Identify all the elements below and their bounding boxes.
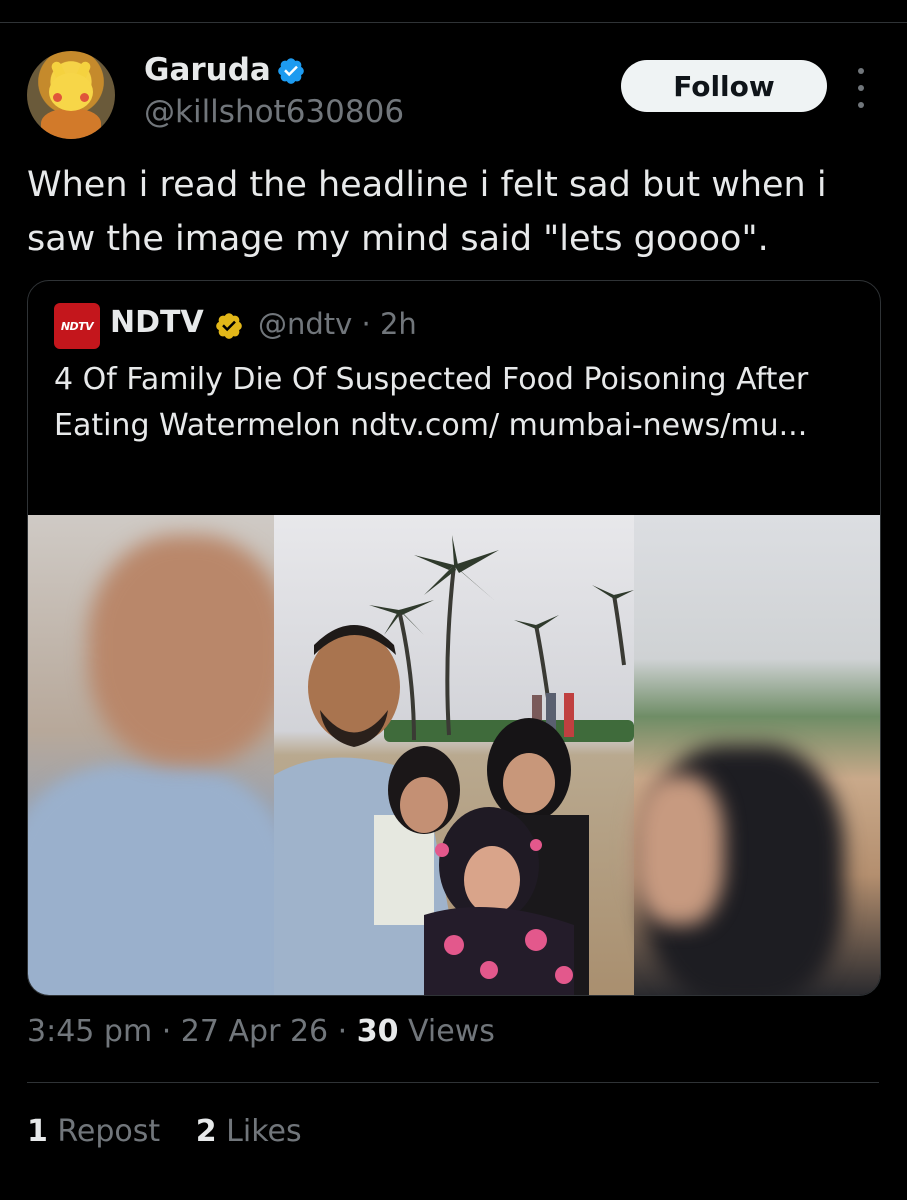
gold-verified-badge-icon [216,313,242,339]
reposts-label: Repost [57,1114,161,1149]
views-label: Views [408,1014,495,1049]
quoted-text: 4 Of Family Die Of Suspected Food Poison… [54,362,809,443]
meta-separator: · [161,1014,181,1049]
media-panel-left-blurred [28,515,288,995]
engagement-stats: 1 Repost 2 Likes [27,1114,328,1149]
tweet-meta: 3:45 pm · 27 Apr 26 · 30 Views [27,1014,495,1049]
blurred-face [634,775,724,925]
author-avatar[interactable] [27,51,115,139]
reposts-count: 1 [27,1114,48,1149]
author-name[interactable]: Garuda [144,52,271,88]
views-count: 30 [356,1014,399,1049]
avatar-face [49,73,93,111]
quoted-handle-time: @ndtv · 2h [258,307,417,341]
ndtv-logo-icon: NDTV [54,303,100,349]
author-handle[interactable]: @killshot630806 [144,94,404,130]
quoted-tweet-card[interactable]: NDTV NDTV @ndtv · 2h 4 Of Family Die Of … [27,280,881,996]
more-options-icon[interactable] [848,68,874,108]
stats-divider [27,1082,879,1083]
media-panel-center-photo [274,515,634,995]
follow-button[interactable]: Follow [621,60,827,112]
avatar-cheek-left [53,93,62,102]
tweet-date[interactable]: 27 Apr 26 [181,1014,328,1049]
meta-separator: · [337,1014,357,1049]
quoted-author-name: NDTV [110,305,204,340]
blurred-shirt [28,765,288,995]
avatar-cheek-right [80,93,89,102]
tweet-text: When i read the headline i felt sad but … [27,165,827,259]
avatar-robe [41,109,101,139]
top-divider [0,22,907,23]
blurred-head [88,535,288,765]
verified-badge-icon [278,58,304,84]
reposts-stat[interactable]: 1 Repost [27,1114,170,1149]
quoted-media-image[interactable] [28,515,880,995]
media-panel-right-blurred [634,515,880,995]
likes-count: 2 [195,1114,217,1149]
likes-stat[interactable]: 2 Likes [196,1114,302,1149]
tweet-time[interactable]: 3:45 pm [27,1014,152,1049]
likes-label: Likes [226,1114,302,1149]
